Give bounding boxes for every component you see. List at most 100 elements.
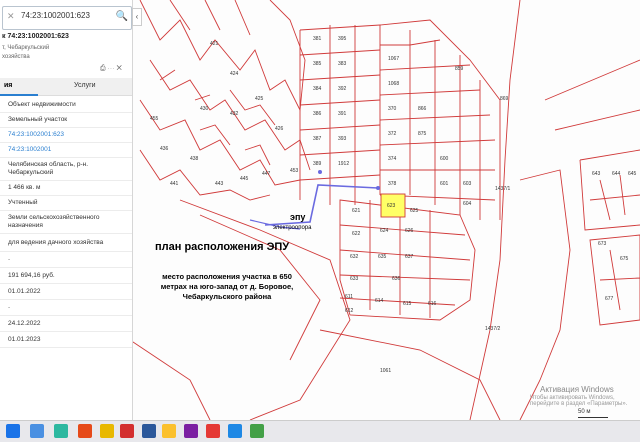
svg-text:1068: 1068 [388,81,399,87]
svg-text:604: 604 [463,201,472,207]
svg-text:430: 430 [200,106,209,112]
pole-marker [318,170,322,174]
taskbar-app-icon[interactable] [228,424,242,438]
windows-taskbar [0,420,640,442]
svg-text:421: 421 [210,41,219,47]
svg-text:424: 424 [230,71,239,77]
svg-text:875: 875 [418,131,427,137]
info-row-empty-1: - [8,256,11,263]
svg-text:453: 453 [290,168,299,174]
svg-text:387: 387 [313,136,322,142]
tab-info[interactable]: ия [4,82,12,89]
svg-text:632: 632 [350,254,359,260]
taskbar-app-icon[interactable] [78,424,92,438]
taskbar-app-icon[interactable] [100,424,114,438]
svg-text:393: 393 [338,136,347,142]
plot-number-labels: 381 395 385 383 384 392 386 391 387 393 389 19… [150,36,637,374]
location-description: место расположения участка в 650 метрах … [160,272,294,301]
svg-text:866: 866 [418,106,427,112]
parcel-title: к 74:23:1002001:623 [2,33,69,40]
start-icon[interactable] [6,424,20,438]
active-tab-indicator [0,94,38,96]
tab-services[interactable]: Услуги [74,82,96,89]
svg-text:1912: 1912 [338,161,349,167]
svg-text:391: 391 [338,111,347,117]
svg-text:447: 447 [262,171,271,177]
svg-text:612: 612 [345,308,354,314]
svg-text:1437/2: 1437/2 [485,326,501,332]
info-row-address: Челябинская область, р-н. Чебаркульский [8,161,89,176]
svg-text:859: 859 [455,66,464,72]
svg-text:624: 624 [380,228,389,234]
activation-watermark-hint: Чтобы активировать Windows, перейдите в … [530,395,628,407]
svg-text:378: 378 [388,181,397,187]
epu-label: эпу [290,212,306,222]
svg-text:673: 673 [598,241,607,247]
svg-text:636: 636 [392,276,401,282]
svg-text:633: 633 [350,276,359,282]
info-row-permitted-use: для ведения дачного хозяйства [8,239,104,246]
svg-text:635: 635 [378,254,387,260]
svg-text:455: 455 [150,116,159,122]
info-panel: ✕ 74:23:1002001:623 🔍 к 74:23:1002001:62… [0,0,133,420]
svg-text:438: 438 [190,156,199,162]
svg-text:643: 643 [592,171,601,177]
info-row-object-type: Объект недвижимости [8,101,76,108]
parcel-category: хозяйства [2,54,30,60]
search-box[interactable]: ✕ 74:23:1002001:623 🔍 [2,6,132,30]
taskbar-app-icon[interactable] [206,424,220,438]
taskbar-app-icon[interactable] [54,424,68,438]
scale-label: 50 м [578,409,591,415]
svg-text:1437/1: 1437/1 [495,186,511,192]
pole-label: электроопора [273,225,312,231]
svg-text:603: 603 [463,181,472,187]
taskbar-app-icon[interactable] [250,424,264,438]
svg-text:623: 623 [387,203,396,209]
svg-text:601: 601 [440,181,449,187]
close-icon[interactable]: ✕ [7,11,15,22]
panel-collapse-button[interactable]: ‹ [132,8,142,26]
search-input[interactable]: 74:23:1002001:623 [21,11,90,20]
panel-tools[interactable]: ⎙ ⋯ ✕ [100,65,122,73]
taskbar-app-icon[interactable] [30,424,44,438]
info-row-value-date: 01.01.2022 [8,288,41,295]
info-row-category: Земли сельскохозяйственного назначения [8,214,100,229]
svg-text:443: 443 [215,181,224,187]
svg-text:436: 436 [160,146,169,152]
svg-text:600: 600 [440,156,449,162]
info-row-cadastral-number[interactable]: 74:23:1002001:623 [8,131,128,139]
info-row-empty-2: - [8,304,11,311]
pole-marker [376,186,380,190]
taskbar-app-icon[interactable] [184,424,198,438]
info-row-quarter[interactable]: 74:23:1002001 [8,146,128,154]
svg-text:637: 637 [405,254,414,260]
svg-text:616: 616 [428,301,437,307]
scale-bar [578,417,608,418]
taskbar-app-icon[interactable] [142,424,156,438]
svg-text:1061: 1061 [380,368,391,374]
svg-text:614: 614 [375,298,384,304]
epu-line [264,184,379,226]
info-row-status: Учтенный [8,199,38,206]
svg-text:441: 441 [170,181,179,187]
search-icon[interactable]: 🔍 [115,10,129,24]
svg-text:389: 389 [313,161,322,167]
svg-text:384: 384 [313,86,322,92]
svg-text:677: 677 [605,296,614,302]
svg-text:1067: 1067 [388,56,399,62]
svg-text:425: 425 [255,96,264,102]
svg-text:611: 611 [345,294,353,300]
taskbar-app-icon[interactable] [162,424,176,438]
taskbar-app-icon[interactable] [120,424,134,438]
svg-text:869: 869 [500,96,509,102]
svg-text:386: 386 [313,111,322,117]
info-row-registration-date: 24.12.2022 [8,320,41,327]
svg-text:615: 615 [403,301,412,307]
info-row-kind: Земельный участок [8,116,68,123]
svg-text:392: 392 [338,86,347,92]
svg-text:385: 385 [313,61,322,67]
svg-text:445: 445 [240,176,249,182]
svg-text:374: 374 [388,156,397,162]
svg-text:675: 675 [620,256,629,262]
svg-text:381: 381 [313,36,322,42]
